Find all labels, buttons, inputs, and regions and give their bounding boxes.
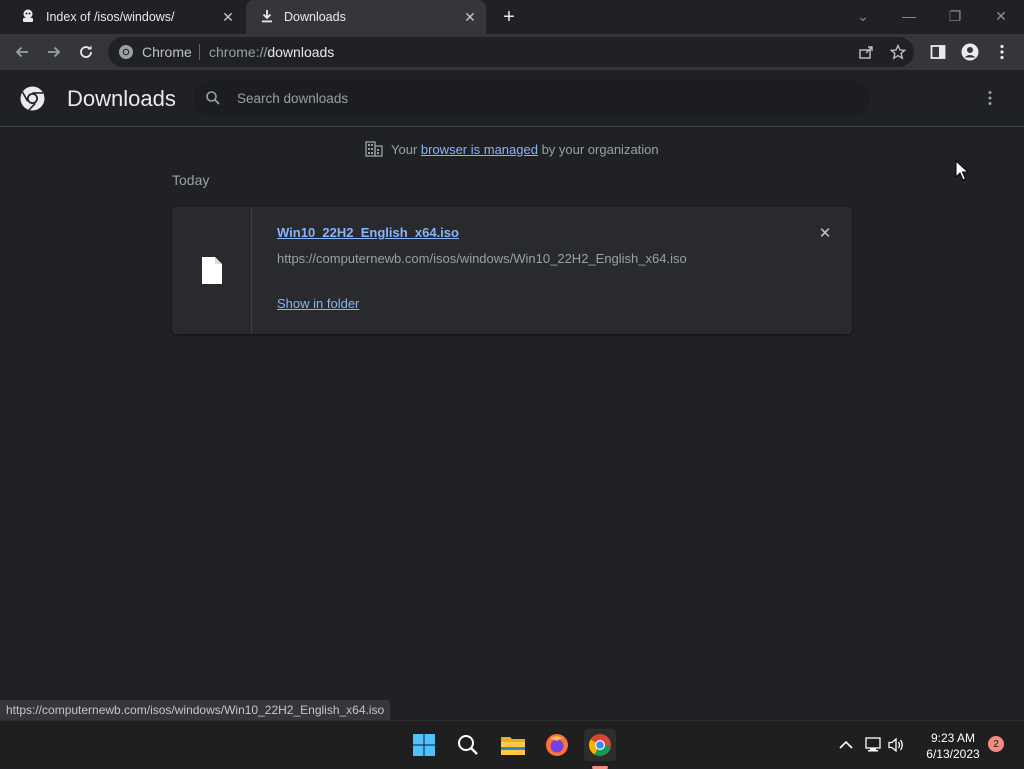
- tab-downloads[interactable]: Downloads ✕: [246, 0, 486, 34]
- managed-text-suffix: by your organization: [537, 141, 659, 157]
- managed-text-prefix: Your: [391, 141, 421, 157]
- clock-time: 9:23 AM: [930, 731, 976, 745]
- chrome-taskbar-icon[interactable]: [584, 729, 616, 761]
- omnibox-chip: Chrome: [142, 44, 192, 60]
- file-explorer-icon[interactable]: [497, 729, 529, 761]
- download-filename-link[interactable]: Win10_22H2_English_x64.iso: [277, 225, 459, 240]
- search-icon: [205, 90, 221, 111]
- forward-icon[interactable]: [42, 40, 66, 64]
- status-bubble: https://computernewb.com/isos/windows/Wi…: [0, 700, 391, 720]
- tab-index-of-isos[interactable]: Index of /isos/windows/ ✕: [12, 0, 244, 34]
- download-item: Win10_22H2_English_x64.iso https://compu…: [172, 207, 852, 334]
- volume-icon[interactable]: [880, 729, 912, 761]
- reload-icon[interactable]: [74, 40, 98, 64]
- chrome-logo-icon: [118, 44, 134, 65]
- share-icon[interactable]: [854, 40, 878, 64]
- tab-close-icon[interactable]: ✕: [462, 9, 478, 25]
- download-source-url: https://computernewb.com/isos/windows/Wi…: [277, 251, 687, 266]
- clock[interactable]: 9:23 AM 6/13/2023: [918, 730, 988, 762]
- site-favicon-icon: [20, 8, 36, 27]
- notification-badge[interactable]: 2: [988, 736, 1004, 752]
- managed-notice: Your browser is managed by your organiza…: [365, 139, 659, 159]
- tab-close-icon[interactable]: ✕: [220, 9, 236, 25]
- browser-toolbar: Chrome chrome://downloads: [0, 34, 1024, 70]
- back-icon[interactable]: [10, 40, 34, 64]
- search-input[interactable]: [237, 80, 837, 116]
- bookmark-star-icon[interactable]: [886, 40, 910, 64]
- file-icon-column: [172, 207, 252, 334]
- close-window-button[interactable]: ✕: [991, 6, 1011, 26]
- remove-download-icon[interactable]: ✕: [816, 224, 834, 242]
- search-box[interactable]: [193, 80, 870, 116]
- chrome-logo-icon: [20, 86, 45, 116]
- tab-strip: Index of /isos/windows/ ✕ Downloads ✕ + …: [0, 0, 1024, 34]
- file-icon: [201, 256, 223, 290]
- restore-button[interactable]: ❐: [945, 6, 965, 26]
- side-panel-icon[interactable]: [926, 40, 950, 64]
- mouse-cursor-icon: [955, 159, 970, 187]
- search-icon[interactable]: [452, 729, 484, 761]
- minimize-button[interactable]: —: [899, 6, 919, 26]
- page-title: Downloads: [67, 86, 176, 111]
- chrome-menu-icon[interactable]: [990, 40, 1014, 64]
- download-icon: [260, 9, 274, 26]
- clock-date: 6/13/2023: [926, 747, 980, 761]
- date-heading: Today: [172, 172, 210, 188]
- omnibox-divider: [199, 44, 200, 60]
- new-tab-button[interactable]: +: [499, 6, 519, 28]
- downloads-header: Downloads: [0, 70, 1024, 127]
- building-icon: [365, 141, 383, 157]
- omnibox-url[interactable]: chrome://downloads: [209, 44, 334, 60]
- taskbar: 9:23 AM 6/13/2023: [0, 720, 1024, 769]
- managed-link[interactable]: browser is managed: [421, 142, 538, 157]
- windows-start-icon[interactable]: [408, 729, 440, 761]
- omnibox[interactable]: Chrome chrome://downloads: [108, 37, 914, 67]
- show-in-folder-link[interactable]: Show in folder: [277, 296, 359, 311]
- tab-search-icon[interactable]: ⌄: [853, 6, 873, 26]
- tab-title: Downloads: [284, 10, 346, 24]
- firefox-icon[interactable]: [541, 729, 573, 761]
- tab-title: Index of /isos/windows/: [46, 10, 175, 24]
- profile-avatar-icon[interactable]: [958, 40, 982, 64]
- page-menu-icon[interactable]: [988, 90, 992, 111]
